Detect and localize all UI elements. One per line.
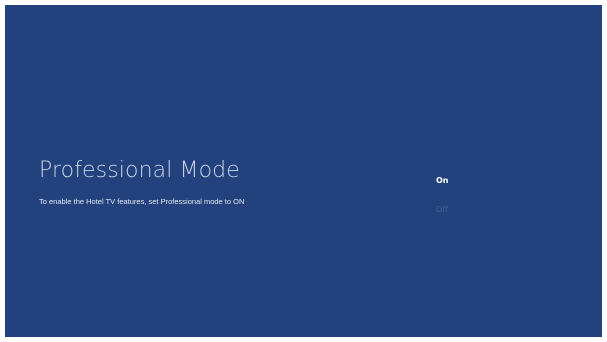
option-off[interactable]: Off bbox=[436, 206, 448, 214]
tv-settings-screen: Professional Mode To enable the Hotel TV… bbox=[5, 5, 602, 337]
option-list: On Off bbox=[436, 172, 496, 232]
setting-title: Professional Mode bbox=[39, 158, 240, 183]
option-on[interactable]: On bbox=[436, 177, 449, 185]
setting-description: To enable the Hotel TV features, set Pro… bbox=[39, 197, 245, 206]
